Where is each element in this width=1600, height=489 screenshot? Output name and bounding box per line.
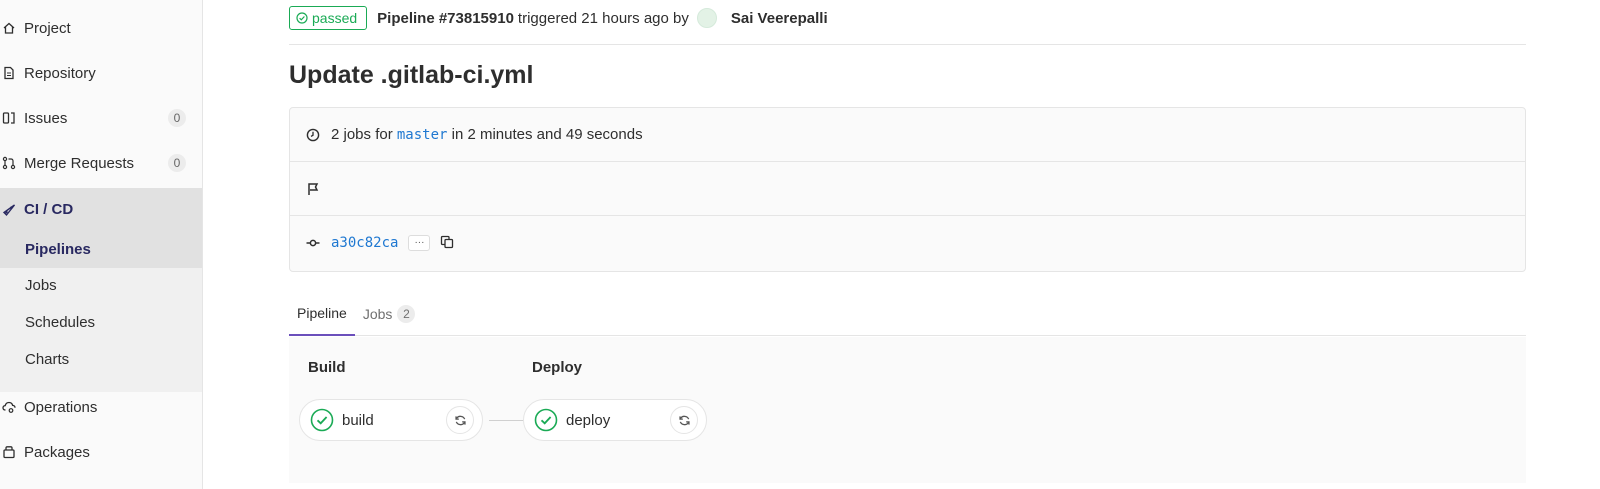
sidebar-item-label: Operations <box>24 398 98 416</box>
trigger-text: triggered 21 hours ago by <box>517 9 689 27</box>
sidebar-item-label: CI / CD <box>24 201 74 218</box>
sidebar-item-issues[interactable]: Issues 0 <box>0 98 202 138</box>
sidebar-item-ci-cd[interactable]: CI / CD <box>0 188 202 231</box>
merge-requests-count-badge: 0 <box>168 154 186 172</box>
sidebar-subitem-label: Pipelines <box>25 241 91 258</box>
jobs-summary-suffix: in 2 minutes and 49 seconds <box>451 126 643 143</box>
sidebar-subitem-charts[interactable]: Charts <box>0 341 202 378</box>
sidebar-item-label: Packages <box>24 443 90 461</box>
commit-icon <box>306 236 320 250</box>
stage-title-deploy: Deploy <box>532 359 583 376</box>
sidebar-item-packages[interactable]: Packages <box>0 432 202 472</box>
sidebar-subitem-pipelines[interactable]: Pipelines <box>0 231 202 268</box>
pipeline-info-box: 2 jobs for master in 2 minutes and 49 se… <box>289 107 1526 272</box>
sidebar-item-merge-requests[interactable]: Merge Requests 0 <box>0 143 202 183</box>
pipeline-graph: Build Deploy build deploy <box>289 337 1526 483</box>
sidebar-subitem-label: Schedules <box>25 314 96 331</box>
status-label: passed <box>312 10 358 26</box>
commit-sha-link[interactable]: a30c82ca <box>331 235 398 251</box>
avatar[interactable] <box>696 8 717 28</box>
pipeline-header: passed Pipeline #73815910 triggered 21 h… <box>289 6 828 30</box>
job-name: build <box>342 411 374 429</box>
job-build[interactable]: build <box>299 399 483 441</box>
document-icon <box>2 66 16 80</box>
retry-icon[interactable] <box>446 406 474 434</box>
tab-label: Pipeline <box>297 305 347 321</box>
success-check-icon <box>310 408 334 432</box>
success-check-icon <box>534 408 558 432</box>
clock-icon <box>306 128 320 142</box>
sidebar-item-label: Repository <box>24 64 96 82</box>
sidebar-item-label: Issues <box>24 109 68 127</box>
cloud-gear-icon <box>2 400 16 414</box>
sidebar-item-repository[interactable]: Repository <box>0 53 202 93</box>
branch-link[interactable]: master <box>397 127 448 143</box>
sidebar-subitem-jobs[interactable]: Jobs <box>0 267 202 304</box>
issues-icon <box>2 111 16 125</box>
retry-icon[interactable] <box>670 406 698 434</box>
page-title: Update .gitlab-ci.yml <box>289 61 534 89</box>
jobs-count-badge: 2 <box>397 305 416 323</box>
milestone-row <box>290 162 1525 216</box>
package-icon <box>2 445 16 459</box>
stage-title-build: Build <box>308 359 346 376</box>
sidebar-subitem-label: Charts <box>25 351 70 368</box>
toggle-commit-description-button[interactable]: ··· <box>408 235 431 251</box>
issues-count-badge: 0 <box>168 109 186 127</box>
job-deploy[interactable]: deploy <box>523 399 707 441</box>
sidebar: Project Repository Issues 0 Merge Reques… <box>0 0 203 489</box>
pipeline-tabs: Pipeline Jobs 2 <box>289 292 1526 336</box>
sidebar-subitem-schedules[interactable]: Schedules <box>0 304 202 341</box>
copy-sha-icon[interactable] <box>440 235 456 251</box>
sidebar-item-label: Merge Requests <box>24 154 135 172</box>
author-link[interactable]: Sai Veerepalli <box>731 10 828 27</box>
job-name: deploy <box>566 411 611 429</box>
sidebar-item-label: Project <box>24 19 71 37</box>
flag-icon <box>306 182 320 196</box>
tab-jobs[interactable]: Jobs 2 <box>355 292 424 336</box>
sidebar-item-operations[interactable]: Operations <box>0 387 202 427</box>
sidebar-subitem-label: Jobs <box>25 277 57 294</box>
pipeline-id: Pipeline #73815910 <box>377 9 514 27</box>
merge-request-icon <box>2 156 16 170</box>
jobs-summary-row: 2 jobs for master in 2 minutes and 49 se… <box>290 108 1525 162</box>
status-success-icon <box>296 12 308 24</box>
tab-pipeline[interactable]: Pipeline <box>289 292 355 336</box>
divider <box>289 44 1526 45</box>
jobs-summary-prefix: 2 jobs for <box>331 126 393 143</box>
commit-row: a30c82ca ··· <box>290 216 1525 270</box>
status-badge[interactable]: passed <box>289 6 368 30</box>
home-icon <box>2 21 16 35</box>
tab-label: Jobs <box>362 306 393 322</box>
rocket-icon <box>2 203 16 217</box>
sidebar-item-project[interactable]: Project <box>0 8 202 48</box>
